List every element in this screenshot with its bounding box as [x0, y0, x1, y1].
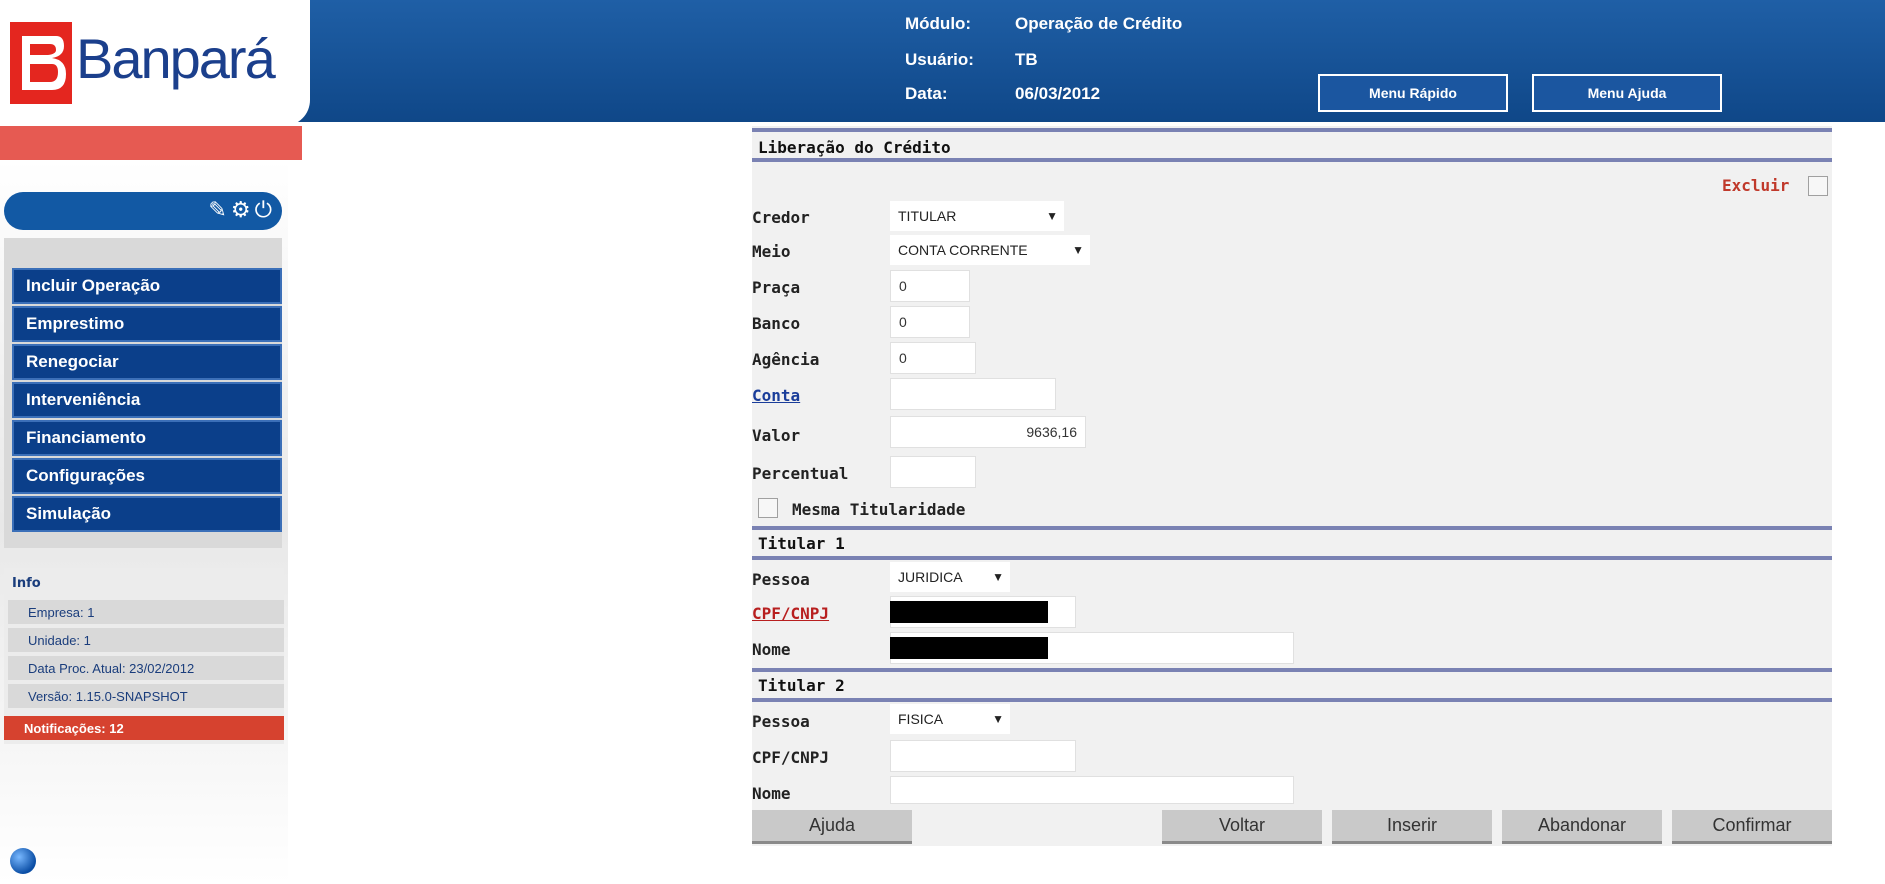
titular2-pessoa-select[interactable]: FISICA ▼	[890, 704, 1010, 734]
info-panel: Empresa: 1 Unidade: 1 Data Proc. Atual: …	[4, 568, 284, 744]
gear-icon[interactable]: ⚙	[231, 200, 251, 222]
date-value: 06/03/2012	[1015, 84, 1101, 103]
separator	[752, 698, 1832, 702]
chevron-down-icon: ▼	[1072, 243, 1084, 257]
ajuda-button[interactable]: Ajuda	[752, 810, 912, 844]
user-value: TB	[1015, 50, 1038, 69]
confirmar-button[interactable]: Confirmar	[1672, 810, 1832, 844]
titular2-cpf-input[interactable]	[890, 740, 1076, 772]
delete-label: Excluir	[1722, 176, 1790, 195]
titular1-pessoa-label: Pessoa	[752, 570, 810, 589]
logo-text: Banpará	[76, 27, 276, 90]
module-value: Operação de Crédito	[1015, 14, 1183, 33]
separator	[752, 526, 1832, 530]
conta-input[interactable]	[890, 378, 1056, 410]
chevron-down-icon: ▼	[1046, 209, 1058, 223]
abandonar-button[interactable]: Abandonar	[1502, 810, 1662, 844]
percentual-label: Percentual	[752, 464, 849, 483]
quick-menu-button[interactable]: Menu Rápido	[1318, 74, 1508, 112]
valor-input[interactable]: 9636,16	[890, 416, 1086, 448]
agencia-label: Agência	[752, 350, 820, 369]
titular2-nome-label: Nome	[752, 784, 791, 803]
form-title: Liberação do Crédito	[758, 138, 951, 157]
meio-select[interactable]: CONTA CORRENTE ▼	[890, 235, 1090, 265]
sidebar-item-configuracoes[interactable]: Configurações	[12, 458, 282, 494]
titular1-pessoa-select[interactable]: JURIDICA ▼	[890, 562, 1010, 592]
credor-label: Credor	[752, 208, 810, 227]
info-data-proc: Data Proc. Atual: 23/02/2012	[8, 656, 284, 680]
titular2-pessoa-label: Pessoa	[752, 712, 810, 731]
info-empresa: Empresa: 1	[8, 600, 284, 624]
info-versao: Versão: 1.15.0-SNAPSHOT	[8, 684, 284, 708]
inserir-button[interactable]: Inserir	[1332, 810, 1492, 844]
sidebar-item-financiamento[interactable]: Financiamento	[12, 420, 282, 456]
power-icon[interactable]: ⏻	[255, 200, 272, 222]
titular2-nome-input[interactable]	[890, 776, 1294, 804]
sidebar-item-incluir-operacao[interactable]: Incluir Operação	[12, 268, 282, 304]
conta-link[interactable]: Conta	[752, 386, 800, 405]
user-label: Usuário:	[905, 50, 974, 69]
praca-input[interactable]: 0	[890, 270, 970, 302]
top-header: Banpará Módulo: Operação de Crédito Usuá…	[0, 0, 1885, 126]
valor-label: Valor	[752, 426, 801, 445]
titular1-cpf-link[interactable]: CPF/CNPJ	[752, 604, 829, 623]
mesma-titularidade-label: Mesma Titularidade	[792, 500, 966, 519]
meio-label: Meio	[752, 242, 791, 261]
sidebar-item-emprestimo[interactable]: Emprestimo	[12, 306, 282, 342]
banco-label: Banco	[752, 314, 801, 333]
sidebar-toolbar: ✎ ⚙ ⏻	[4, 192, 282, 230]
sidebar-red-bar	[0, 126, 302, 160]
logo-area: Banpará	[0, 0, 310, 126]
agencia-input[interactable]: 0	[890, 342, 976, 374]
separator	[752, 668, 1832, 672]
meio-value: CONTA CORRENTE	[898, 242, 1028, 258]
sidebar-item-interveniencia[interactable]: Interveniência	[12, 382, 282, 418]
banpara-logo-icon	[10, 22, 72, 104]
notes-icon[interactable]: ✎	[208, 200, 226, 222]
titular1-nome-label: Nome	[752, 640, 791, 659]
titular2-pessoa-value: FISICA	[898, 711, 944, 727]
credor-value: TITULAR	[898, 208, 957, 224]
separator	[752, 158, 1832, 162]
sidebar-menu: Incluir Operação Emprestimo Renegociar I…	[4, 238, 282, 548]
titular1-title: Titular 1	[758, 534, 845, 553]
credor-select[interactable]: TITULAR ▼	[890, 201, 1064, 231]
titular2-title: Titular 2	[758, 676, 845, 695]
info-title: Info	[12, 576, 41, 591]
praca-label: Praça	[752, 278, 801, 297]
info-unidade: Unidade: 1	[8, 628, 284, 652]
notifications-badge[interactable]: Notificações: 12	[4, 716, 284, 740]
titular1-pessoa-value: JURIDICA	[898, 569, 963, 585]
globe-icon[interactable]	[10, 848, 36, 874]
separator	[752, 128, 1832, 132]
banco-input[interactable]: 0	[890, 306, 970, 338]
sidebar-item-simulacao[interactable]: Simulação	[12, 496, 282, 532]
date-label: Data:	[905, 84, 948, 103]
percentual-input[interactable]	[890, 456, 976, 488]
mesma-titularidade-checkbox[interactable]	[758, 498, 778, 518]
delete-checkbox[interactable]	[1808, 176, 1828, 196]
titular2-cpf-label: CPF/CNPJ	[752, 748, 830, 767]
redacted-block	[890, 601, 1048, 623]
separator	[752, 556, 1832, 560]
chevron-down-icon: ▼	[992, 712, 1004, 726]
module-label: Módulo:	[905, 14, 972, 33]
sidebar-item-renegociar[interactable]: Renegociar	[12, 344, 282, 380]
voltar-button[interactable]: Voltar	[1162, 810, 1322, 844]
chevron-down-icon: ▼	[992, 570, 1004, 584]
help-menu-button[interactable]: Menu Ajuda	[1532, 74, 1722, 112]
redacted-block	[890, 637, 1048, 659]
